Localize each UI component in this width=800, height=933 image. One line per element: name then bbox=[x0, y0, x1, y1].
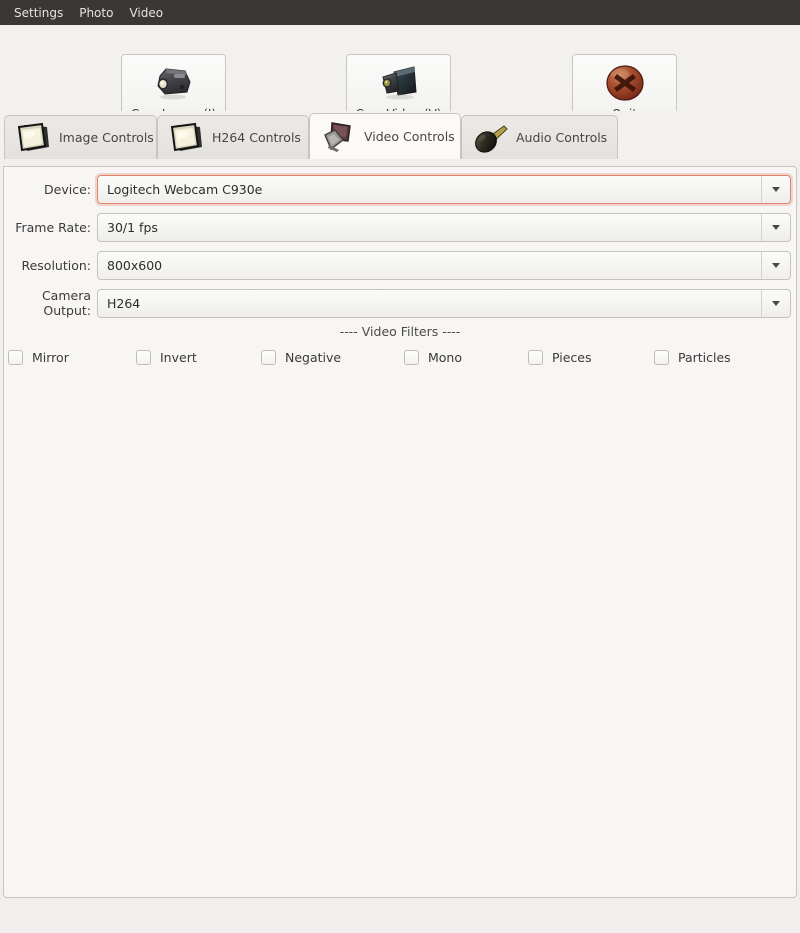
device-label: Device: bbox=[0, 182, 97, 197]
camera-output-select-value: H264 bbox=[98, 296, 761, 311]
image-controls-icon bbox=[13, 119, 55, 157]
filter-particles-checkbox[interactable] bbox=[654, 350, 669, 365]
filter-particles-label: Particles bbox=[678, 350, 731, 365]
toolbar: Cap. Image (I) bbox=[0, 25, 800, 111]
filter-mono-label: Mono bbox=[428, 350, 462, 365]
filter-pieces-label: Pieces bbox=[552, 350, 592, 365]
filter-negative-checkbox[interactable] bbox=[261, 350, 276, 365]
camera-output-row: Camera Output: H264 bbox=[0, 288, 800, 318]
tab-video-controls[interactable]: Video Controls bbox=[309, 113, 461, 159]
tab-image-controls[interactable]: Image Controls bbox=[4, 115, 157, 159]
h264-controls-icon bbox=[166, 119, 208, 157]
filter-negative-label: Negative bbox=[285, 350, 341, 365]
filter-mirror[interactable]: Mirror bbox=[8, 350, 136, 365]
filter-invert-checkbox[interactable] bbox=[136, 350, 151, 365]
video-filters-title: ---- Video Filters ---- bbox=[0, 324, 800, 339]
tab-audio-controls-label: Audio Controls bbox=[516, 130, 607, 145]
filter-negative[interactable]: Negative bbox=[261, 350, 404, 365]
camera-output-select[interactable]: H264 bbox=[97, 289, 791, 318]
resolution-select-value: 800x600 bbox=[98, 258, 761, 273]
filter-invert[interactable]: Invert bbox=[136, 350, 261, 365]
device-select[interactable]: Logitech Webcam C930e bbox=[97, 175, 791, 204]
frame-rate-select[interactable]: 30/1 fps bbox=[97, 213, 791, 242]
filter-pieces-checkbox[interactable] bbox=[528, 350, 543, 365]
video-filters-row: Mirror Invert Negative Mono Pieces Parti… bbox=[8, 350, 792, 365]
device-row: Device: Logitech Webcam C930e bbox=[0, 174, 800, 204]
chevron-down-icon[interactable] bbox=[761, 290, 790, 317]
filter-mono-checkbox[interactable] bbox=[404, 350, 419, 365]
frame-rate-row: Frame Rate: 30/1 fps bbox=[0, 212, 800, 242]
chevron-down-icon[interactable] bbox=[761, 252, 790, 279]
filter-invert-label: Invert bbox=[160, 350, 197, 365]
audio-controls-icon bbox=[470, 119, 512, 157]
tab-video-controls-label: Video Controls bbox=[364, 129, 455, 144]
tab-bar: Image Controls H264 Controls Video Contr… bbox=[0, 111, 800, 159]
tab-h264-controls[interactable]: H264 Controls bbox=[157, 115, 309, 159]
video-controls-icon bbox=[318, 118, 360, 156]
menu-bar: Settings Photo Video bbox=[0, 0, 800, 25]
resolution-label: Resolution: bbox=[0, 258, 97, 273]
filter-mirror-label: Mirror bbox=[32, 350, 69, 365]
frame-rate-label: Frame Rate: bbox=[0, 220, 97, 235]
device-select-value: Logitech Webcam C930e bbox=[98, 182, 761, 197]
chevron-down-icon[interactable] bbox=[761, 214, 790, 241]
chevron-down-icon[interactable] bbox=[761, 176, 790, 203]
resolution-select[interactable]: 800x600 bbox=[97, 251, 791, 280]
frame-rate-select-value: 30/1 fps bbox=[98, 220, 761, 235]
quit-x-icon bbox=[599, 61, 651, 105]
filter-mirror-checkbox[interactable] bbox=[8, 350, 23, 365]
video-camera-icon bbox=[373, 61, 425, 105]
menu-settings[interactable]: Settings bbox=[6, 4, 71, 22]
photo-camera-icon bbox=[148, 61, 200, 105]
tab-image-controls-label: Image Controls bbox=[59, 130, 154, 145]
tab-audio-controls[interactable]: Audio Controls bbox=[461, 115, 618, 159]
filter-pieces[interactable]: Pieces bbox=[528, 350, 654, 365]
menu-photo[interactable]: Photo bbox=[71, 4, 121, 22]
resolution-row: Resolution: 800x600 bbox=[0, 250, 800, 280]
filter-particles[interactable]: Particles bbox=[654, 350, 731, 365]
menu-video[interactable]: Video bbox=[121, 4, 171, 22]
filter-mono[interactable]: Mono bbox=[404, 350, 528, 365]
tab-h264-controls-label: H264 Controls bbox=[212, 130, 301, 145]
camera-output-label: Camera Output: bbox=[0, 288, 97, 318]
